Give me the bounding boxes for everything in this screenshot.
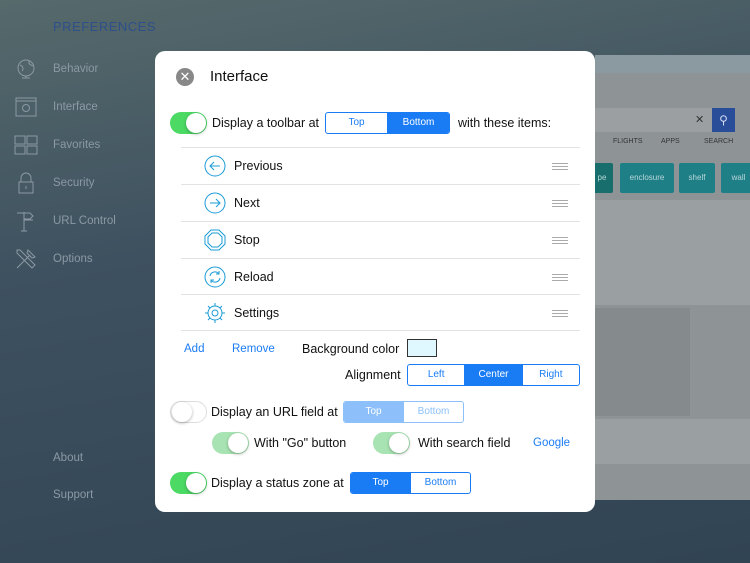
preview-nav: FLIGHTS <box>613 138 643 145</box>
sidebar-item-interface[interactable]: Interface <box>14 92 154 122</box>
segment-bottom[interactable]: Bottom <box>410 473 470 493</box>
toolbar-item-settings[interactable]: Settings <box>181 294 580 331</box>
sidebar-item-security[interactable]: Security <box>14 168 154 198</box>
sidebar-item-label: Behavior <box>53 63 99 75</box>
item-label: Stop <box>234 233 260 247</box>
reload-icon <box>204 266 226 288</box>
gear-icon <box>205 302 225 323</box>
item-label: Next <box>234 196 260 210</box>
toolbar-label: Display a toolbar at <box>212 116 320 130</box>
drag-handle-icon[interactable] <box>552 274 568 281</box>
toolbar-position-segment[interactable]: Top Bottom <box>325 112 450 134</box>
url-field-label: Display an URL field at <box>211 405 338 419</box>
dialog-title: Interface <box>210 68 269 85</box>
toolbar-item-stop[interactable]: Stop <box>181 221 580 258</box>
background-color-label: Background color <box>302 342 400 356</box>
segment-bottom[interactable]: Bottom <box>403 402 463 422</box>
signpost-icon <box>17 212 34 232</box>
browser-preview: ✕ ⚲ FLIGHTS APPS SEARCH pe enclosure she… <box>591 55 750 500</box>
sidebar-item-behavior[interactable]: Behavior <box>14 54 154 84</box>
preview-nav: SEARCH <box>704 138 734 145</box>
close-button[interactable]: ✕ <box>176 68 194 86</box>
search-field-toggle[interactable] <box>373 432 410 454</box>
search-icon: ⚲ <box>712 108 735 132</box>
remove-button[interactable]: Remove <box>232 343 275 355</box>
sidebar-item-label: URL Control <box>53 215 116 227</box>
status-position-segment[interactable]: Top Bottom <box>350 472 471 494</box>
segment-top[interactable]: Top <box>351 473 410 493</box>
alignment-segment[interactable]: Left Center Right <box>407 364 580 386</box>
add-button[interactable]: Add <box>184 343 204 355</box>
go-button-label: With "Go" button <box>254 436 347 450</box>
sidebar-title: PREFERENCES <box>53 19 157 34</box>
status-zone-label: Display a status zone at <box>211 476 344 490</box>
globe-icon <box>17 59 35 79</box>
segment-top[interactable]: Top <box>344 402 403 422</box>
item-label: Settings <box>234 305 280 320</box>
preview-tag: enclosure <box>620 163 674 193</box>
sidebar-item-url-control[interactable]: URL Control <box>14 206 154 236</box>
search-field-label: With search field <box>418 436 511 450</box>
sidebar-item-label: Interface <box>53 101 98 113</box>
drag-handle-icon[interactable] <box>552 310 568 317</box>
lock-icon <box>18 172 34 194</box>
url-position-segment[interactable]: Top Bottom <box>343 401 464 423</box>
sidebar-item-label: Favorites <box>53 139 101 151</box>
item-label: Previous <box>234 159 283 173</box>
preview-image <box>595 308 690 416</box>
support-link[interactable]: Support <box>53 489 93 501</box>
drag-handle-icon[interactable] <box>552 163 568 170</box>
segment-center[interactable]: Center <box>464 365 522 385</box>
segment-right[interactable]: Right <box>521 365 579 385</box>
segment-top[interactable]: Top <box>326 113 387 133</box>
preview-image <box>595 419 750 464</box>
search-engine-link[interactable]: Google <box>533 437 570 449</box>
toolbar-suffix: with these items: <box>458 116 552 130</box>
grid-icon <box>14 135 38 155</box>
preview-image <box>595 200 750 305</box>
toolbar-item-previous[interactable]: Previous <box>181 147 580 184</box>
clear-icon: ✕ <box>695 114 705 126</box>
stop-octagon-icon <box>204 229 226 251</box>
toolbar-item-reload[interactable]: Reload <box>181 258 580 295</box>
preview-bar <box>595 55 750 73</box>
about-link[interactable]: About <box>53 452 83 464</box>
toolbar-item-next[interactable]: Next <box>181 184 580 221</box>
go-button-toggle[interactable] <box>212 432 249 454</box>
status-zone-toggle[interactable] <box>170 472 207 494</box>
tools-icon <box>16 249 36 269</box>
preview-tag: wall <box>721 163 750 193</box>
sidebar-item-label: Security <box>53 177 95 189</box>
segment-left[interactable]: Left <box>408 365 464 385</box>
item-label: Reload <box>234 270 274 284</box>
window-gear-icon <box>15 97 37 117</box>
preview-nav: APPS <box>661 138 680 145</box>
sidebar-item-favorites[interactable]: Favorites <box>14 130 154 160</box>
toolbar-toggle[interactable] <box>170 112 207 134</box>
drag-handle-icon[interactable] <box>552 200 568 207</box>
arrow-right-icon <box>204 192 226 214</box>
drag-handle-icon[interactable] <box>552 237 568 244</box>
preview-tag: shelf <box>679 163 715 193</box>
alignment-label: Alignment <box>345 368 401 382</box>
background-color-swatch[interactable] <box>407 339 437 357</box>
segment-bottom[interactable]: Bottom <box>387 113 449 133</box>
sidebar-item-options[interactable]: Options <box>14 244 154 274</box>
sidebar-item-label: Options <box>53 253 93 265</box>
url-field-toggle[interactable] <box>170 401 207 423</box>
arrow-left-icon <box>204 155 226 177</box>
